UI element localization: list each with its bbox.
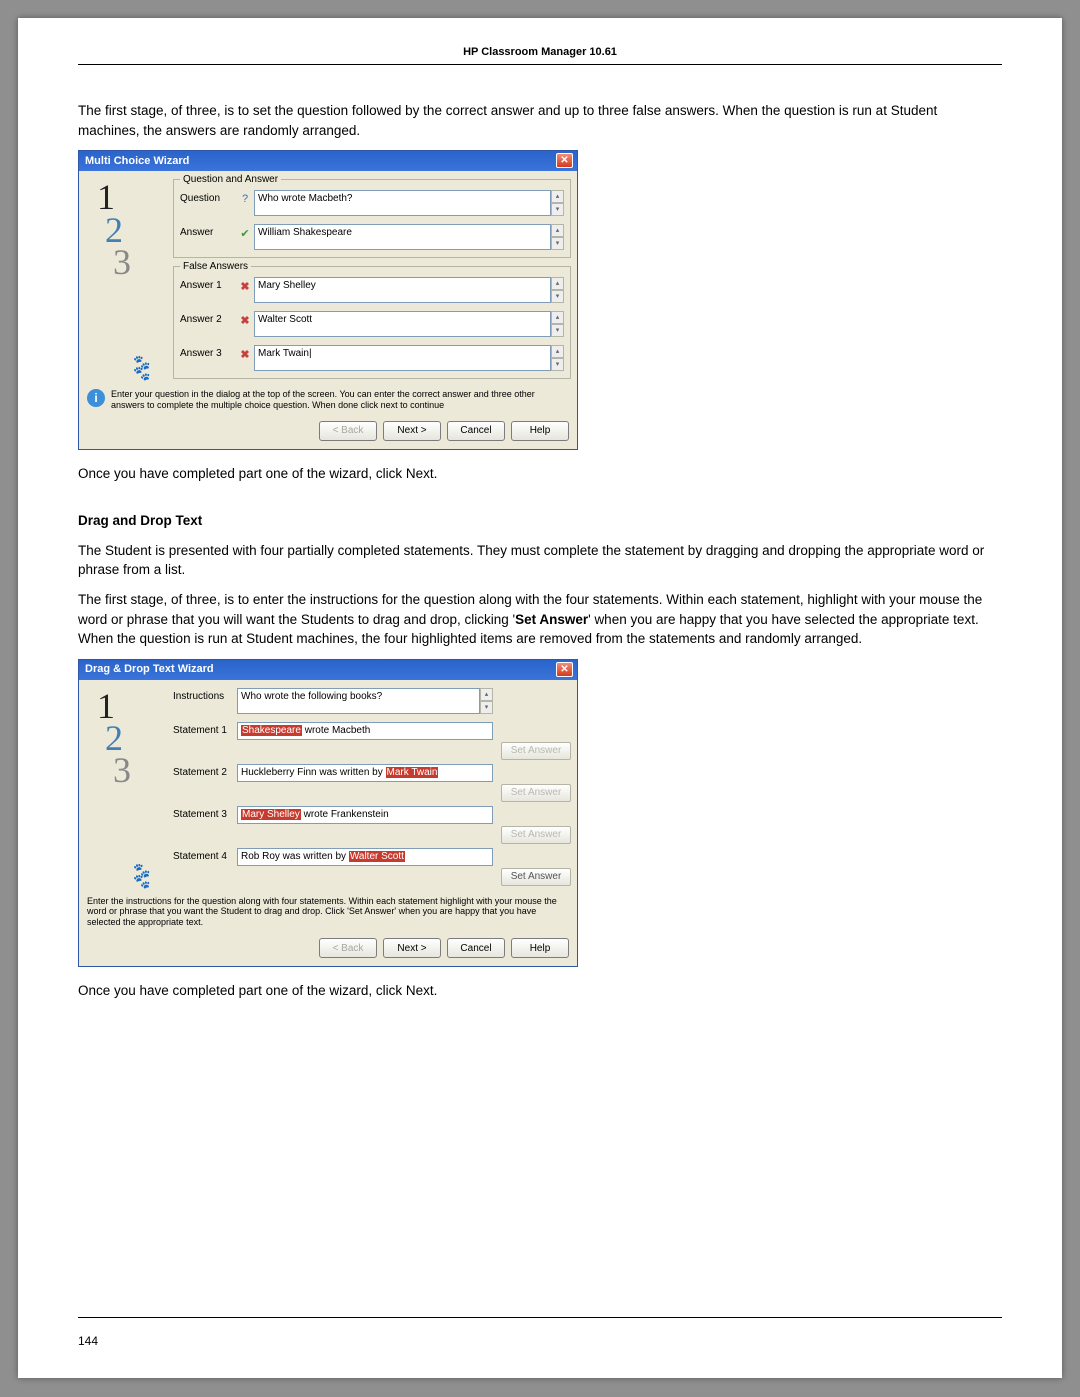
statement4-input[interactable]: Rob Roy was written by Walter Scott bbox=[237, 848, 493, 866]
answer3-input[interactable] bbox=[254, 345, 551, 371]
scroll-spinner[interactable]: ▴▾ bbox=[551, 345, 564, 371]
statement2-head: Huckleberry Finn was written by bbox=[241, 767, 386, 778]
dragdrop-heading: Drag and Drop Text bbox=[78, 511, 1002, 531]
help-button[interactable]: Help bbox=[511, 938, 569, 958]
document-page: HP Classroom Manager 10.61 The first sta… bbox=[18, 18, 1062, 1378]
intro-paragraph-2: Once you have completed part one of the … bbox=[78, 464, 1002, 484]
statement4-head: Rob Roy was written by bbox=[241, 851, 349, 862]
dragdrop-wizard-dialog: Drag & Drop Text Wizard ✕ 1 2 3 🐾🐾 Instr… bbox=[78, 659, 578, 967]
x-icon: ✖ bbox=[236, 311, 254, 327]
false-answers-group: False Answers Answer 1 ✖ ▴▾ Answer 2 ✖ ▴… bbox=[173, 261, 571, 379]
scroll-spinner[interactable]: ▴▾ bbox=[551, 277, 564, 303]
statement1-input[interactable]: Shakespeare wrote Macbeth bbox=[237, 722, 493, 740]
page-number: 144 bbox=[78, 1334, 98, 1348]
wizard-step-sidebar: 1 2 3 🐾🐾 bbox=[83, 173, 173, 383]
set-answer-button-2[interactable]: Set Answer bbox=[501, 784, 571, 802]
close-icon[interactable]: ✕ bbox=[556, 662, 573, 677]
dialog-title: Drag & Drop Text Wizard bbox=[85, 663, 214, 675]
statement3-label: Statement 3 bbox=[173, 806, 237, 820]
help-button[interactable]: Help bbox=[511, 421, 569, 441]
statement3-input[interactable]: Mary Shelley wrote Frankenstein bbox=[237, 806, 493, 824]
dd-paragraph-2: The first stage, of three, is to enter t… bbox=[78, 590, 1002, 649]
statement4-highlight: Walter Scott bbox=[349, 851, 405, 862]
statement1-label: Statement 1 bbox=[173, 722, 237, 736]
footprints-icon: 🐾🐾 bbox=[133, 357, 150, 379]
statement2-label: Statement 2 bbox=[173, 764, 237, 778]
close-icon[interactable]: ✕ bbox=[556, 153, 573, 168]
cancel-button[interactable]: Cancel bbox=[447, 421, 505, 441]
answer2-label: Answer 2 bbox=[180, 311, 236, 325]
hint-text: Enter your question in the dialog at the… bbox=[111, 389, 569, 411]
check-icon: ✔ bbox=[236, 224, 254, 240]
set-answer-button-4[interactable]: Set Answer bbox=[501, 868, 571, 886]
page-header: HP Classroom Manager 10.61 bbox=[78, 46, 1002, 58]
top-rule bbox=[78, 64, 1002, 65]
hint-row: i Enter your question in the dialog at t… bbox=[79, 385, 577, 415]
cancel-button[interactable]: Cancel bbox=[447, 938, 505, 958]
statement3-highlight: Mary Shelley bbox=[241, 809, 301, 820]
dd-paragraph-1: The Student is presented with four parti… bbox=[78, 541, 1002, 580]
multi-choice-wizard-dialog: Multi Choice Wizard ✕ 1 2 3 🐾🐾 Question … bbox=[78, 150, 578, 450]
statement2-highlight: Mark Twain bbox=[386, 767, 439, 778]
statement3-tail: wrote Frankenstein bbox=[301, 809, 389, 820]
answer2-input[interactable] bbox=[254, 311, 551, 337]
instructions-input[interactable] bbox=[237, 688, 480, 714]
x-icon: ✖ bbox=[236, 277, 254, 293]
footprints-icon: 🐾🐾 bbox=[133, 865, 150, 887]
bottom-rule bbox=[78, 1317, 1002, 1318]
intro-paragraph-1: The first stage, of three, is to set the… bbox=[78, 101, 1002, 140]
dd-p2-setanswer: Set Answer bbox=[515, 612, 588, 627]
titlebar[interactable]: Multi Choice Wizard ✕ bbox=[79, 151, 577, 171]
step-3-icon: 3 bbox=[113, 246, 169, 278]
answer3-label: Answer 3 bbox=[180, 345, 236, 359]
statement4-label: Statement 4 bbox=[173, 848, 237, 862]
step-1-icon: 1 bbox=[97, 181, 169, 213]
statement1-tail: wrote Macbeth bbox=[302, 725, 370, 736]
answer-input[interactable] bbox=[254, 224, 551, 250]
scroll-spinner[interactable]: ▴▾ bbox=[551, 311, 564, 337]
scroll-spinner[interactable]: ▴▾ bbox=[551, 224, 564, 250]
instructions-label: Instructions bbox=[173, 688, 237, 702]
info-icon: i bbox=[87, 389, 105, 407]
next-button[interactable]: Next > bbox=[383, 938, 441, 958]
answer1-label: Answer 1 bbox=[180, 277, 236, 291]
closing-paragraph: Once you have completed part one of the … bbox=[78, 981, 1002, 1001]
back-button[interactable]: < Back bbox=[319, 938, 377, 958]
set-answer-button-3[interactable]: Set Answer bbox=[501, 826, 571, 844]
set-answer-button-1[interactable]: Set Answer bbox=[501, 742, 571, 760]
scroll-spinner[interactable]: ▴▾ bbox=[480, 688, 493, 714]
question-icon: ? bbox=[236, 190, 254, 205]
next-button[interactable]: Next > bbox=[383, 421, 441, 441]
statement1-highlight: Shakespeare bbox=[241, 725, 302, 736]
back-button[interactable]: < Back bbox=[319, 421, 377, 441]
qa-legend: Question and Answer bbox=[180, 174, 281, 185]
question-input[interactable] bbox=[254, 190, 551, 216]
step-3-icon: 3 bbox=[113, 754, 169, 786]
hint-text: Enter the instructions for the question … bbox=[79, 894, 577, 932]
question-label: Question bbox=[180, 190, 236, 204]
statement2-input[interactable]: Huckleberry Finn was written by Mark Twa… bbox=[237, 764, 493, 782]
dialog-title: Multi Choice Wizard bbox=[85, 155, 189, 167]
answer-label: Answer bbox=[180, 224, 236, 238]
false-legend: False Answers bbox=[180, 261, 251, 272]
scroll-spinner[interactable]: ▴▾ bbox=[551, 190, 564, 216]
answer1-input[interactable] bbox=[254, 277, 551, 303]
question-answer-group: Question and Answer Question ? ▴▾ Answer… bbox=[173, 174, 571, 258]
x-icon: ✖ bbox=[236, 345, 254, 361]
wizard-step-sidebar: 1 2 3 🐾🐾 bbox=[83, 682, 173, 892]
titlebar[interactable]: Drag & Drop Text Wizard ✕ bbox=[79, 660, 577, 680]
